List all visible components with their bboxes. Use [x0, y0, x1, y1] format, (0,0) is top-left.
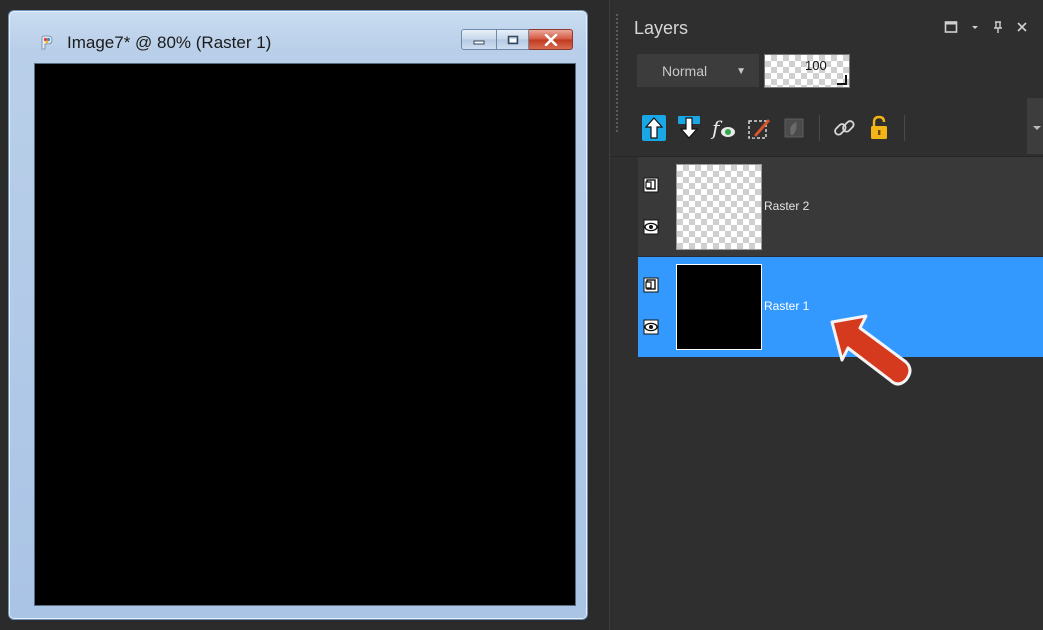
panel-maximize-icon[interactable] — [944, 20, 958, 34]
layer-name: Raster 2 — [764, 199, 810, 213]
annotation-arrow-icon — [830, 314, 912, 386]
edit-selection-button[interactable] — [745, 114, 773, 142]
image-canvas[interactable] — [34, 63, 576, 606]
opacity-value: 100 — [805, 58, 827, 73]
layer-name: Raster 1 — [764, 299, 810, 313]
move-layer-down-icon — [678, 116, 700, 139]
panel-close-icon[interactable] — [1016, 20, 1028, 34]
layer-thumbnail-black — [676, 264, 762, 350]
minimize-button[interactable] — [461, 29, 497, 50]
maximize-button[interactable] — [497, 29, 529, 50]
dropdown-caret-icon: ▼ — [736, 66, 746, 77]
visibility-eye-icon[interactable] — [643, 319, 659, 335]
paintshop-app-icon — [41, 35, 53, 50]
mask-icon — [784, 118, 804, 138]
close-button[interactable] — [529, 29, 573, 50]
toolbar-separator — [819, 115, 820, 141]
opacity-field[interactable]: 100 — [764, 54, 850, 88]
minimize-icon — [473, 40, 485, 44]
panel-menu-chevron-icon[interactable] — [970, 20, 980, 34]
panel-pin-icon[interactable] — [992, 20, 1004, 34]
layer-row-raster-2[interactable]: Raster 2 — [638, 157, 1043, 257]
lock-icon — [871, 115, 887, 139]
visibility-eye-icon[interactable] — [643, 219, 659, 235]
link-icon — [834, 120, 855, 136]
blend-mode-dropdown[interactable]: Normal ▼ — [637, 54, 759, 87]
svg-text:f: f — [710, 116, 723, 140]
window-controls — [461, 29, 573, 51]
edit-selection-icon — [748, 119, 770, 139]
layer-effects-icon: f — [710, 116, 735, 140]
panel-grip-handle[interactable] — [616, 14, 618, 134]
panel-divider[interactable] — [598, 0, 610, 630]
close-icon — [544, 33, 557, 46]
layers-toolbar: f — [640, 112, 915, 144]
image-window[interactable]: Image7* @ 80% (Raster 1) — [8, 10, 588, 620]
mask-button — [780, 114, 808, 142]
layer-effects-button[interactable]: f — [710, 114, 738, 142]
image-window-title: Image7* @ 80% (Raster 1) — [67, 33, 272, 52]
move-layer-down-button[interactable] — [675, 114, 703, 142]
panel-title: Layers — [634, 18, 689, 38]
move-layer-up-button[interactable] — [640, 114, 668, 142]
toolbar-overflow-button[interactable] — [1027, 98, 1043, 154]
toolbar-separator-2 — [904, 115, 905, 141]
vertical-scrollbar[interactable] — [577, 63, 585, 606]
move-layer-up-icon — [642, 115, 666, 141]
blend-mode-value: Normal — [662, 63, 708, 79]
layer-thumbnail-transparent — [676, 164, 762, 250]
layer-type-icon — [643, 177, 659, 193]
maximize-icon — [507, 35, 518, 44]
panel-controls — [944, 20, 1028, 34]
link-button[interactable] — [830, 114, 858, 142]
lock-button[interactable] — [865, 114, 893, 142]
image-window-title-bar[interactable]: Image7* @ 80% (Raster 1) — [9, 11, 587, 55]
layer-type-icon — [643, 277, 659, 293]
